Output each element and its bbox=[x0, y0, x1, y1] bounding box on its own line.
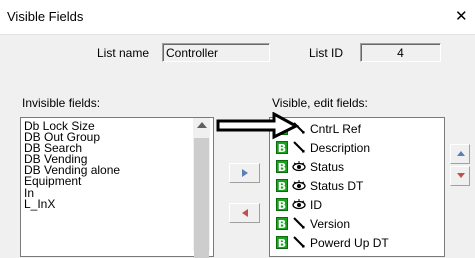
pencil-icon bbox=[292, 216, 306, 231]
badge-b-icon: B bbox=[276, 141, 288, 155]
invisible-fields-list[interactable]: Db Lock Size DB Out Group DB Search DB Vend… bbox=[20, 117, 214, 257]
move-up-button[interactable] bbox=[450, 144, 470, 164]
list-item-label: Version bbox=[310, 217, 351, 231]
scroll-up-icon[interactable] bbox=[197, 122, 207, 128]
list-id-field: 4 bbox=[360, 43, 441, 62]
list-item-label: Description bbox=[310, 141, 371, 155]
arrow-down-icon bbox=[457, 173, 465, 178]
window-title: Visible Fields bbox=[7, 9, 84, 24]
list-id-label: List ID bbox=[309, 46, 344, 60]
badge-b-icon: B bbox=[276, 179, 288, 193]
invisible-list-scrollbar[interactable] bbox=[193, 118, 210, 258]
eye-icon bbox=[292, 197, 306, 212]
list-item-label: Status bbox=[310, 160, 345, 174]
list-name-field: Controller bbox=[162, 43, 270, 62]
list-item[interactable]: L_InX bbox=[21, 198, 213, 210]
badge-b-icon: B bbox=[276, 160, 288, 174]
list-item[interactable]: Equipment bbox=[21, 175, 213, 187]
annotation-arrow-icon bbox=[216, 112, 300, 140]
move-to-invisible-button[interactable] bbox=[229, 203, 260, 223]
eye-icon bbox=[292, 178, 306, 193]
title-bar: Visible Fields ✕ bbox=[0, 0, 475, 35]
badge-b-icon: B bbox=[276, 198, 288, 212]
scroll-thumb[interactable] bbox=[194, 138, 209, 258]
arrow-left-icon bbox=[242, 209, 248, 217]
invisible-fields-label: Invisible fields: bbox=[22, 96, 101, 110]
list-item-label: Status DT bbox=[310, 179, 364, 193]
badge-b-icon: B bbox=[276, 236, 288, 250]
list-item-label: Powerd Up DT bbox=[310, 236, 389, 250]
visible-fields-label: Visible, edit fields: bbox=[272, 96, 368, 110]
list-item-label: CntrL Ref bbox=[310, 122, 361, 136]
move-to-visible-button[interactable] bbox=[229, 163, 260, 183]
arrow-right-icon bbox=[242, 169, 248, 177]
eye-icon bbox=[292, 159, 306, 174]
close-icon[interactable]: ✕ bbox=[455, 7, 468, 25]
move-down-button[interactable] bbox=[450, 166, 470, 186]
list-item-label: ID bbox=[310, 198, 322, 212]
list-name-label: List name bbox=[97, 46, 150, 60]
arrow-up-icon bbox=[457, 151, 465, 156]
badge-b-icon: B bbox=[276, 217, 288, 231]
pencil-icon bbox=[292, 140, 306, 155]
pencil-icon bbox=[292, 235, 306, 250]
